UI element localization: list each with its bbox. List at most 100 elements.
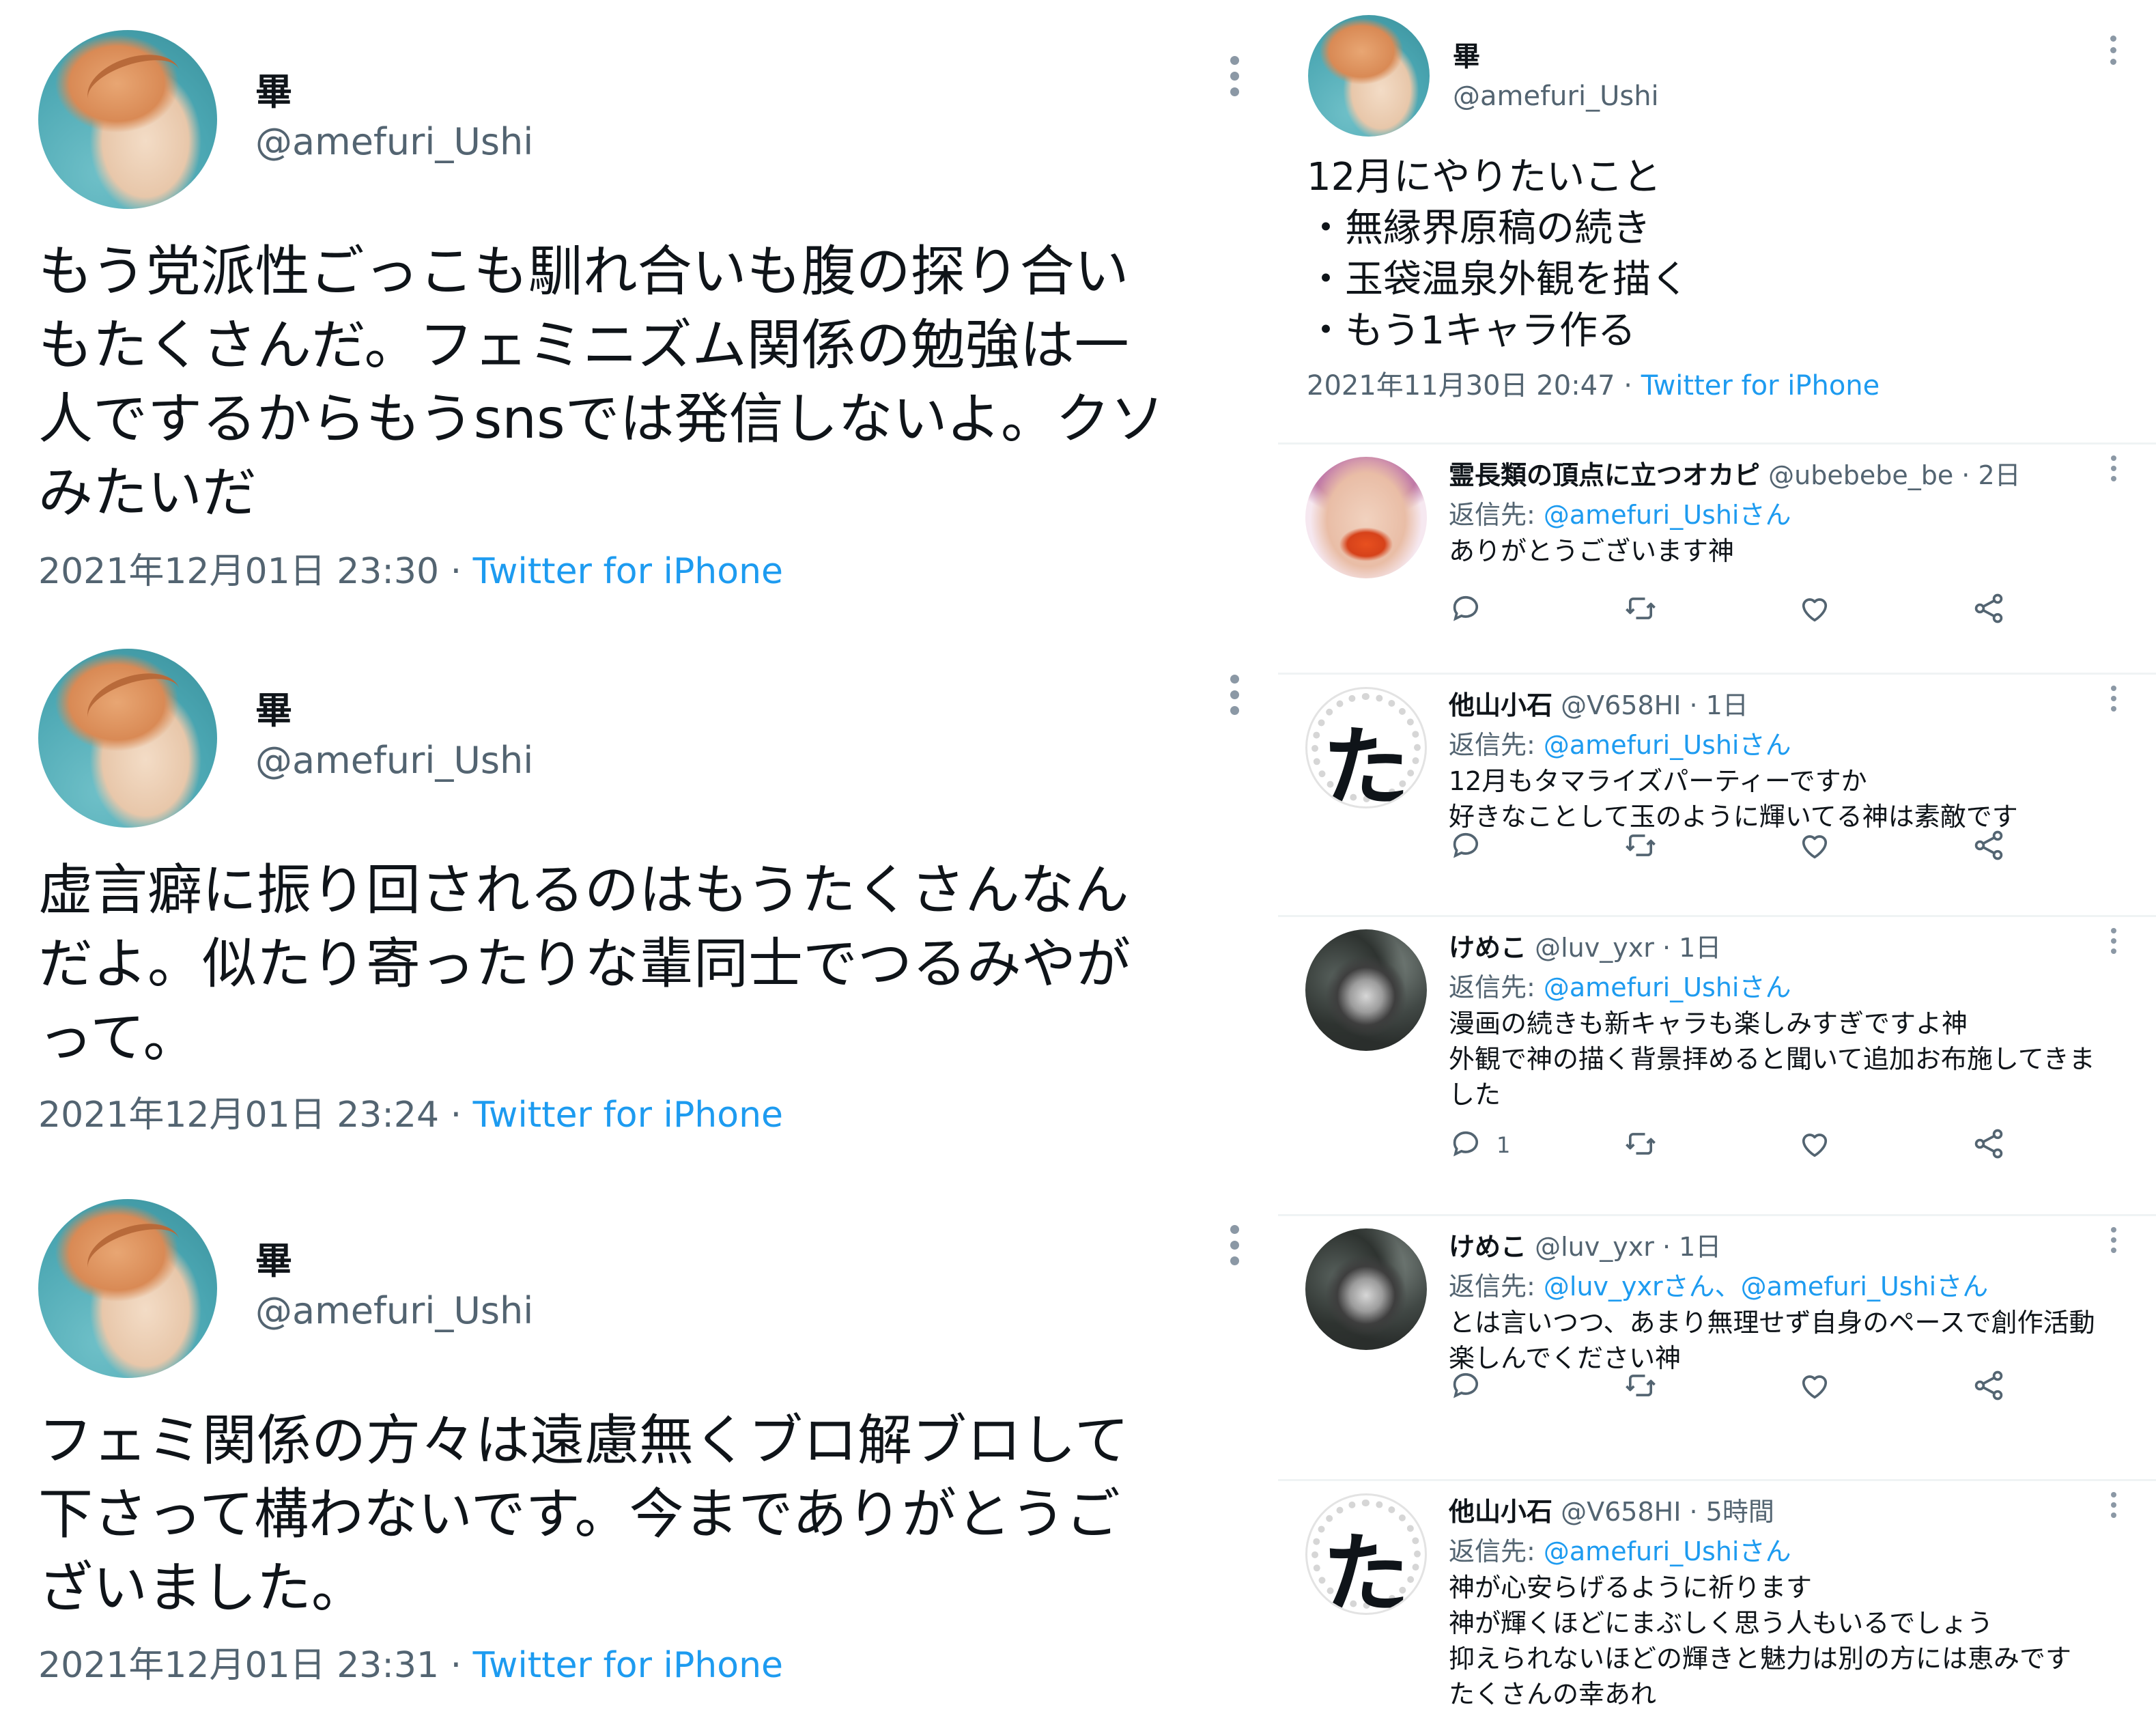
avatar-dark-icon[interactable] [1305,1228,1427,1350]
reply-tweet[interactable]: た 他山小石 @V658HI · 1日 返信先: @amefuri_Ushiさん 12… [1278,673,2156,917]
tweet-client-link[interactable]: Twitter for iPhone [1641,370,1880,402]
tweet-timestamp[interactable]: 2021年12月01日 23:31 [38,1645,439,1686]
display-name[interactable]: 畢 [255,61,292,115]
avatar-ta-icon[interactable]: た [1305,1493,1427,1615]
more-options-icon[interactable] [1228,56,1241,103]
reply-tweet[interactable]: けめこ @luv_yxr · 1日返信先: @luv_yxrさん、@amefur… [1278,1214,2156,1481]
more-options-icon[interactable] [1228,675,1241,722]
like-icon [1797,591,1832,629]
retweet-icon [1623,828,1658,866]
reply-tweet[interactable]: けめこ @luv_yxr · 1日 返信先: @amefuri_Ushiさん 漫画の… [1278,915,2156,1216]
more-options-icon[interactable] [2110,928,2118,959]
reply-icon [1449,591,1484,629]
share-icon [1971,1368,2006,1406]
reply-to-label: 返信先: [1449,972,1544,1002]
like-button[interactable] [1797,1366,1832,1407]
avatar-dark-icon[interactable] [1305,929,1427,1051]
reply-time[interactable]: · 1日 [1662,1232,1721,1262]
left-screenshot-column: 畢 @amefuri_Ushi もう党派性ごっこも馴れ合いも腹の探り合い もたく… [0,0,1270,1729]
user-handle[interactable]: @amefuri_Ushi [255,1289,533,1332]
like-button[interactable] [1797,589,1832,630]
retweet-button[interactable] [1623,589,1658,630]
retweet-button[interactable] [1623,1366,1658,1407]
user-handle[interactable]: @ubebebe_be [1768,460,1953,490]
tweet-meta: 2021年12月01日 23:24 · Twitter for iPhone [38,1086,783,1137]
tweet-timestamp[interactable]: 2021年12月01日 23:30 [38,551,439,592]
display-name[interactable]: 他山小石 [1449,1497,1552,1527]
more-options-icon[interactable] [2110,1227,2118,1258]
user-handle[interactable]: @amefuri_Ushi [1453,81,1659,112]
more-options-icon[interactable] [2110,1492,2118,1523]
share-button[interactable] [1971,1366,2006,1407]
display-name[interactable]: 霊長類の頂点に立つオカピ [1449,460,1760,490]
reply-to-label: 返信先: [1449,1271,1544,1301]
display-name[interactable]: けめこ [1449,933,1527,963]
tweet-client-link[interactable]: Twitter for iPhone [473,1095,783,1136]
tweet-timestamp[interactable]: 2021年11月30日 20:47 [1307,370,1615,402]
reply-header: けめこ @luv_yxr · 1日 [1449,1226,1721,1263]
user-handle[interactable]: @amefuri_Ushi [255,739,533,782]
more-options-icon[interactable] [2108,36,2118,70]
user-handle[interactable]: @luv_yxr [1535,933,1654,963]
reply-text: 12月もタマライズパーティーですか 好きなことして玉のように輝いてる神は素敵です [1449,766,2018,832]
reply-button[interactable] [1449,1366,1484,1407]
user-handle[interactable]: @amefuri_Ushi [255,120,533,163]
share-button[interactable] [1971,1125,2006,1166]
reply-text: 神が心安らげるように祈ります 神が輝くほどにまぶしく思う人もいるでしょう 抑えら… [1449,1573,2072,1709]
reply-to-link[interactable]: @amefuri_Ushiさん [1544,500,1791,530]
reply-tweet[interactable]: た 他山小石 @V658HI · 5時間 返信先: @amefuri_Ushiさん神… [1278,1479,2156,1731]
more-options-icon[interactable] [1228,1225,1241,1272]
reply-text: ありがとうございます神 [1449,536,1735,566]
reply-button[interactable] [1449,589,1484,630]
tweet-client-link[interactable]: Twitter for iPhone [473,551,783,592]
like-button[interactable] [1797,1125,1832,1166]
action-bar [1449,1366,2104,1407]
reply-time[interactable]: · 1日 [1662,933,1721,963]
retweet-icon [1623,1368,1658,1406]
share-icon [1971,828,2006,866]
reply-to-line: 返信先: @amefuri_Ushiさん [1449,1530,1791,1568]
retweet-button[interactable] [1623,826,1658,867]
tweet-text: フェミ関係の方々は遠慮無くブロ解ブロして 下さって構わないです。今までありがとう… [38,1409,1129,1620]
more-options-icon[interactable] [2110,686,2118,716]
user-handle[interactable]: @luv_yxr [1535,1232,1654,1262]
display-name[interactable]: 畢 [255,1230,292,1284]
tweet-timestamp[interactable]: 2021年12月01日 23:24 [38,1095,439,1136]
tweet-meta: 2021年12月01日 23:30 · Twitter for iPhone [38,542,783,593]
like-icon [1797,1368,1832,1406]
reply-time[interactable]: · 5時間 [1690,1497,1774,1527]
like-button[interactable] [1797,826,1832,867]
avatar-ta-icon[interactable]: た [1305,687,1427,808]
reply-icon [1449,828,1484,866]
reply-time[interactable]: · 1日 [1690,690,1748,720]
user-handle[interactable]: @V658HI [1561,690,1681,720]
share-button[interactable] [1971,826,2006,867]
reply-to-link[interactable]: @amefuri_Ushiさん [1544,1536,1791,1566]
display-name[interactable]: 畢 [255,680,292,734]
avatar-pink-icon[interactable] [1305,457,1427,578]
user-handle[interactable]: @V658HI [1561,1497,1681,1527]
more-options-icon[interactable] [2110,455,2118,486]
display-name[interactable]: 畢 [1453,34,1480,74]
avatar[interactable] [38,1199,217,1378]
reply-to-link[interactable]: @amefuri_Ushiさん [1544,730,1791,760]
display-name[interactable]: 他山小石 [1449,690,1552,720]
reply-text: とは言いつつ、あまり無理せず自身のペースで創作活動 楽しんでください神 [1449,1308,2095,1373]
like-icon [1797,1126,1832,1164]
avatar[interactable] [1308,15,1430,137]
share-button[interactable] [1971,589,2006,630]
avatar[interactable] [38,649,217,828]
tweet-meta: 2021年12月01日 23:31 · Twitter for iPhone [38,1636,783,1687]
reply-button[interactable] [1449,826,1484,867]
display-name[interactable]: けめこ [1449,1232,1527,1262]
reply-time[interactable]: · 2日 [1961,460,2020,490]
avatar[interactable] [38,30,217,209]
reply-button[interactable]: 1 [1449,1125,1510,1166]
tweet-client-link[interactable]: Twitter for iPhone [473,1645,783,1686]
reply-to-link[interactable]: @luv_yxrさん、@amefuri_Ushiさん [1544,1271,1988,1301]
retweet-button[interactable] [1623,1125,1658,1166]
reply-tweet[interactable]: 霊長類の頂点に立つオカピ @ubebebe_be · 2日 返信先: @amefu… [1278,442,2156,675]
avatar-glyph: た [1322,1523,1410,1615]
reply-to-link[interactable]: @amefuri_Ushiさん [1544,972,1791,1002]
right-screenshot-column: 畢 @amefuri_Ushi 12月にやりたいこと ・無縁界原稿の続き ・玉袋… [1278,0,2156,1729]
